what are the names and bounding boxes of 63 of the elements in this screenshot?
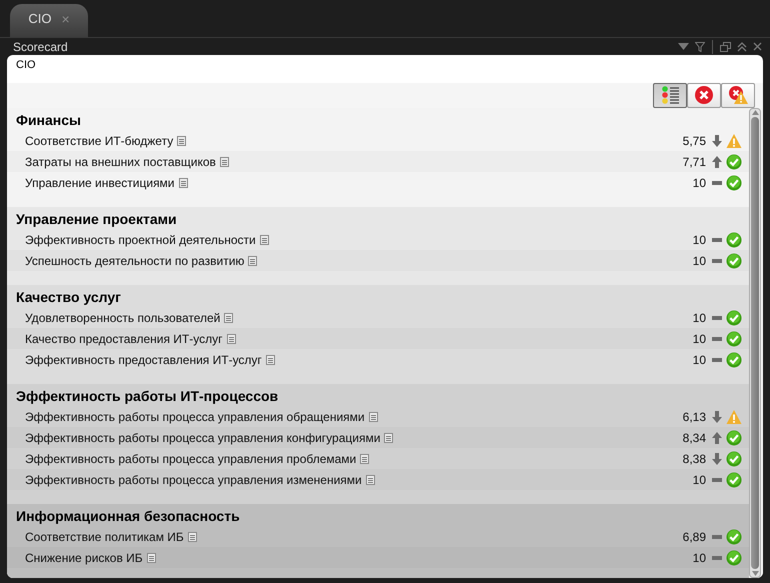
metric-value: 10 xyxy=(692,472,707,486)
metric-name[interactable]: Эффективность работы процесса управления конфигурациями xyxy=(25,430,380,444)
metric-name[interactable]: Эффективность работы процесса управления обращениями xyxy=(25,410,365,424)
details-icon[interactable] xyxy=(224,312,234,322)
details-icon[interactable] xyxy=(260,234,269,244)
filter-icon[interactable] xyxy=(695,42,705,52)
filter-button[interactable] xyxy=(687,83,721,108)
metric-value: 8,34 xyxy=(682,430,707,444)
metric-name[interactable]: Управление инвестициями xyxy=(25,176,175,190)
details-icon[interactable] xyxy=(266,354,275,364)
section-heading: Финансы xyxy=(15,111,82,130)
scorecard-title: CIO xyxy=(15,58,37,73)
details-icon[interactable] xyxy=(188,532,197,542)
collapse-icon[interactable] xyxy=(737,42,747,52)
metric-value: 10 xyxy=(692,254,707,268)
section-heading: Эффектиность работы ИТ-процессов xyxy=(15,387,280,406)
details-icon[interactable] xyxy=(384,432,394,442)
error-icon xyxy=(694,85,714,106)
metric-value: 6,89 xyxy=(682,530,707,544)
metric-value: 10 xyxy=(692,352,707,366)
metric-name[interactable]: Удовлетворенность пользователей xyxy=(25,310,220,324)
filter-button[interactable] xyxy=(721,83,755,108)
dropdown-icon[interactable] xyxy=(678,43,689,50)
metric-name[interactable]: Эффективность предоставления ИТ-услуг xyxy=(25,352,262,366)
metric-name[interactable]: Эффективность проектной деятельности xyxy=(25,232,256,246)
scroll-thumb[interactable] xyxy=(751,117,759,569)
metric-value: 10 xyxy=(692,550,707,564)
scrollbar[interactable] xyxy=(749,108,761,578)
details-icon[interactable] xyxy=(177,136,186,146)
section-heading: Качество услуг xyxy=(15,288,122,307)
details-icon[interactable] xyxy=(226,334,236,344)
filter-button[interactable] xyxy=(653,83,687,108)
tab[interactable]: CIO × xyxy=(10,4,88,37)
details-icon[interactable] xyxy=(220,156,229,166)
metric-name[interactable]: Эффективность работы процесса управления проблемами xyxy=(25,452,356,466)
details-icon[interactable] xyxy=(178,178,188,188)
metric-value: 10 xyxy=(692,232,707,246)
close-icon[interactable] xyxy=(753,42,762,51)
metric-name[interactable]: Соответствие политикам ИБ xyxy=(25,530,184,544)
details-icon[interactable] xyxy=(368,412,378,422)
details-icon[interactable] xyxy=(146,552,156,562)
details-icon[interactable] xyxy=(360,454,370,464)
metric-name[interactable]: Качество предоставления ИТ-услуг xyxy=(25,332,222,346)
traffic-light-list-icon xyxy=(660,85,680,106)
metric-value: 10 xyxy=(692,176,707,190)
metric-name[interactable]: Затраты на внешних поставщиков xyxy=(25,154,216,168)
error-warning-icon xyxy=(728,85,748,106)
panel-title: Scorecard xyxy=(13,40,68,54)
details-icon[interactable] xyxy=(366,474,375,484)
metric-value: 10 xyxy=(692,332,707,346)
metric-value: 5,75 xyxy=(682,134,707,148)
metric-value: 8,38 xyxy=(682,452,707,466)
metric-value: 10 xyxy=(692,310,707,324)
metric-value: 6,13 xyxy=(682,410,707,424)
section-heading: Управление проектами xyxy=(15,210,178,229)
metric-name[interactable]: Соответствие ИТ-бюджету xyxy=(25,134,174,148)
metric-name[interactable]: Успешность деятельности по развитию xyxy=(25,254,244,268)
metric-name[interactable]: Снижение рисков ИБ xyxy=(25,550,143,564)
details-icon[interactable] xyxy=(248,256,258,266)
metric-value: 7,71 xyxy=(682,154,707,168)
section-heading: Информационная безопасность xyxy=(15,507,241,526)
metric-name[interactable]: Эффективность работы процесса управления изменениями xyxy=(25,472,362,486)
restore-icon[interactable] xyxy=(720,42,731,52)
